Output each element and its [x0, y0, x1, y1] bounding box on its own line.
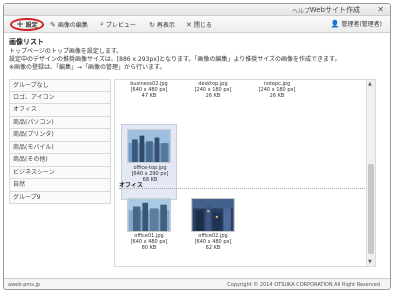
- category-item[interactable]: 自然: [9, 179, 111, 192]
- description-line: ※画像の登録は、「編集」→「画像の管理」から行います。: [9, 64, 166, 71]
- title-bar: ヘルプ Webサイト作成 ✕: [4, 4, 390, 16]
- user-icon: 👤: [330, 19, 340, 28]
- user-menu[interactable]: 👤 管理者(管理者): [330, 19, 382, 29]
- edit-image-label: 画像の編集: [57, 22, 88, 29]
- image-grid: business02.jpg [640 x 480 px] 47 KB desk…: [114, 79, 376, 267]
- close-icon[interactable]: ✕: [377, 5, 384, 14]
- category-item[interactable]: オフィス: [9, 104, 111, 117]
- image-filesize: 82 KB: [205, 245, 221, 251]
- image-filesize: 26 KB: [269, 93, 285, 99]
- category-item[interactable]: ロゴ、アイコン: [9, 91, 111, 104]
- preview-label: プレビュー: [105, 22, 136, 29]
- image-thumbnail[interactable]: [127, 198, 171, 232]
- refresh-label: 再表示: [156, 22, 175, 29]
- category-item[interactable]: 商品(パソコン): [9, 116, 111, 129]
- plus-icon: +: [16, 19, 24, 30]
- image-filesize: 80 KB: [141, 245, 157, 251]
- add-setting-label: 設定: [25, 22, 38, 29]
- close-icon: ✕: [186, 20, 192, 29]
- pencil-icon: ✎: [50, 20, 56, 29]
- toolbar: + 設定 ✎ 画像の編集 ⌕ プレビュー ↻ 再表示 ✕ 閉じる 👤 管理者(管…: [4, 16, 390, 33]
- refresh-button[interactable]: ↻ 再表示: [149, 19, 175, 30]
- add-setting-button[interactable]: + 設定: [10, 18, 44, 31]
- magnifier-icon: ⌕: [100, 20, 104, 28]
- category-item[interactable]: 商品(モバイル): [9, 141, 111, 154]
- image-caption[interactable]: office02.jpg [640 x 480 px] 82 KB: [183, 233, 243, 251]
- footer: aweb-pms.jp Copyright © 2014 OTSUKA CORP…: [4, 278, 390, 289]
- category-item[interactable]: 商品(プリンタ): [9, 129, 111, 142]
- footer-domain: aweb-pms.jp: [8, 282, 41, 288]
- image-filesize: 26 KB: [205, 93, 221, 99]
- image-thumbnail: [127, 129, 171, 163]
- category-item[interactable]: ビジネスシーン: [9, 166, 111, 179]
- vertical-scrollbar[interactable]: ▲ ▼: [366, 80, 375, 266]
- image-caption[interactable]: business02.jpg [640 x 480 px] 47 KB: [119, 81, 179, 99]
- image-caption[interactable]: notepc.jpg [240 x 180 px] 26 KB: [247, 81, 307, 99]
- image-filesize: 47 KB: [141, 93, 157, 99]
- site-title: Webサイト作成: [309, 6, 360, 14]
- preview-button[interactable]: ⌕ プレビュー: [100, 19, 136, 30]
- scroll-down-icon[interactable]: ▼: [368, 259, 372, 265]
- category-list: グループなし ロゴ、アイコン オフィス 商品(パソコン) 商品(プリンタ) 商品…: [9, 79, 111, 204]
- edit-image-button[interactable]: ✎ 画像の編集: [50, 19, 88, 30]
- image-list-dialog: ヘルプ Webサイト作成 ✕ + 設定 ✎ 画像の編集 ⌕ プレビュー ↻ 再表…: [3, 3, 391, 290]
- image-caption[interactable]: desktop.jpg [240 x 180 px] 26 KB: [183, 81, 243, 99]
- category-item[interactable]: グループなし: [9, 79, 111, 92]
- refresh-icon: ↻: [149, 20, 155, 29]
- help-link[interactable]: ヘルプ: [292, 6, 310, 15]
- footer-copyright: Copyright © 2014 OTSUKA CORPORATION All …: [227, 282, 380, 288]
- close-button[interactable]: ✕ 閉じる: [186, 19, 212, 30]
- category-item[interactable]: 商品(その他): [9, 154, 111, 167]
- close-label: 閉じる: [193, 22, 212, 29]
- group-divider: [119, 188, 365, 189]
- user-name: 管理者(管理者): [341, 21, 382, 28]
- scrollbar-thumb[interactable]: [368, 164, 374, 254]
- scroll-up-icon[interactable]: ▲: [368, 81, 372, 87]
- image-thumbnail[interactable]: [191, 198, 235, 232]
- image-caption[interactable]: office01.jpg [640 x 480 px] 80 KB: [119, 233, 179, 251]
- category-item[interactable]: グループ9: [9, 191, 111, 204]
